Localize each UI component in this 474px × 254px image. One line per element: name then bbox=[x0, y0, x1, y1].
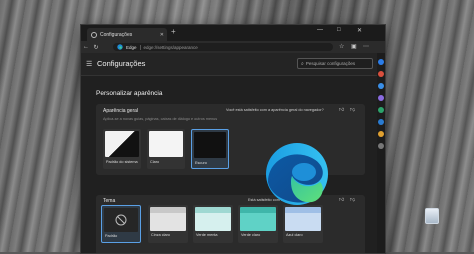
url-text[interactable]: edge://settings/appearance bbox=[144, 45, 198, 50]
light-green-preview bbox=[240, 207, 276, 231]
browser-toolbar: ← ↻ Edge edge://settings/appearance ☆ ▣ … bbox=[81, 41, 385, 53]
tab-bar: Configurações ✕ + — □ ✕ bbox=[81, 25, 385, 41]
tools-icon[interactable] bbox=[378, 83, 384, 89]
dark-preview bbox=[194, 132, 226, 158]
appearance-feedback-question: Você está satisfeito com a aparência ger… bbox=[226, 108, 324, 112]
option-label: Padrão do sistema bbox=[106, 160, 138, 164]
office-icon[interactable] bbox=[378, 107, 384, 113]
more-icon[interactable]: ⋯ bbox=[363, 44, 369, 50]
search-icon: ⌕ bbox=[301, 60, 304, 67]
option-label: Azul claro bbox=[286, 233, 303, 237]
appearance-option-dark[interactable]: Escuro bbox=[191, 129, 229, 169]
no-theme-icon bbox=[115, 214, 127, 226]
theme-option-light-blue[interactable]: Azul claro bbox=[283, 205, 323, 243]
appearance-description: Aplica-se a novas guias, páginas, caixas… bbox=[103, 117, 218, 121]
system-preview bbox=[105, 131, 139, 157]
search-input[interactable] bbox=[305, 61, 366, 66]
thumbs-down-icon[interactable]: 👎︎ bbox=[350, 107, 355, 113]
collections-icon[interactable]: ▣ bbox=[351, 44, 357, 50]
recycle-bin-icon[interactable] bbox=[425, 208, 439, 224]
option-label: Verde claro bbox=[241, 233, 261, 237]
settings-search[interactable]: ⌕ bbox=[297, 58, 373, 69]
bing-icon[interactable] bbox=[378, 59, 384, 65]
tab-settings[interactable]: Configurações ✕ bbox=[87, 28, 167, 41]
thumbs-up-icon[interactable]: 👍︎ bbox=[339, 107, 344, 113]
settings-gear-icon bbox=[91, 31, 97, 38]
option-label: Verde menta bbox=[196, 233, 218, 237]
close-button[interactable]: ✕ bbox=[357, 27, 362, 34]
option-label: Escuro bbox=[195, 161, 207, 165]
appearance-option-system[interactable]: Padrão do sistema bbox=[103, 129, 141, 169]
games-icon[interactable] bbox=[378, 95, 384, 101]
minimize-button[interactable]: — bbox=[317, 27, 323, 33]
section-title: Personalizar aparência bbox=[96, 90, 163, 97]
theme-option-light-gray[interactable]: Cinza claro bbox=[148, 205, 188, 243]
refresh-icon[interactable]: ↻ bbox=[91, 44, 101, 51]
drop-icon[interactable] bbox=[378, 131, 384, 137]
light-gray-preview bbox=[150, 207, 186, 231]
default-theme-preview bbox=[104, 208, 138, 232]
tab-close-icon[interactable]: ✕ bbox=[160, 32, 164, 38]
address-bar[interactable]: Edge edge://settings/appearance bbox=[113, 43, 333, 51]
mint-preview bbox=[195, 207, 231, 231]
menu-icon[interactable]: ☰ bbox=[86, 60, 92, 68]
appearance-option-light[interactable]: Claro bbox=[147, 129, 185, 169]
thumbs-up-icon[interactable]: 👍︎ bbox=[339, 197, 344, 203]
theme-option-light-green[interactable]: Verde claro bbox=[238, 205, 278, 243]
new-tab-button[interactable]: + bbox=[171, 28, 176, 36]
tab-title: Configurações bbox=[100, 31, 133, 38]
thumbs-down-icon[interactable]: 👎︎ bbox=[350, 197, 355, 203]
back-icon[interactable]: ← bbox=[81, 44, 91, 50]
browser-window: Configurações ✕ + — □ ✕ ← ↻ Edge edge://… bbox=[80, 24, 386, 254]
appearance-title: Aparência geral bbox=[103, 108, 139, 114]
settings-header: ☰ Configurações ⌕ bbox=[81, 53, 377, 76]
option-label: Claro bbox=[150, 160, 160, 164]
edge-sidebar bbox=[377, 53, 385, 253]
settings-content: Personalizar aparência Aparência geral A… bbox=[81, 76, 377, 253]
option-label: Cinza claro bbox=[151, 233, 170, 237]
address-separator bbox=[139, 44, 141, 50]
edge-logo-icon bbox=[117, 44, 123, 50]
theme-title: Tema bbox=[103, 198, 116, 204]
outlook-icon[interactable] bbox=[378, 119, 384, 125]
light-preview bbox=[149, 131, 183, 157]
shopping-icon[interactable] bbox=[378, 71, 384, 77]
light-blue-preview bbox=[285, 207, 321, 231]
add-icon[interactable] bbox=[378, 143, 384, 149]
maximize-button[interactable]: □ bbox=[337, 27, 341, 33]
theme-option-mint[interactable]: Verde menta bbox=[193, 205, 233, 243]
edge-logo-icon bbox=[266, 143, 328, 205]
theme-option-default[interactable]: Padrão bbox=[101, 205, 141, 243]
browser-label: Edge bbox=[126, 44, 137, 50]
option-label: Padrão bbox=[105, 234, 118, 238]
page-title: Configurações bbox=[97, 59, 146, 68]
favorites-icon[interactable]: ☆ bbox=[339, 44, 344, 50]
